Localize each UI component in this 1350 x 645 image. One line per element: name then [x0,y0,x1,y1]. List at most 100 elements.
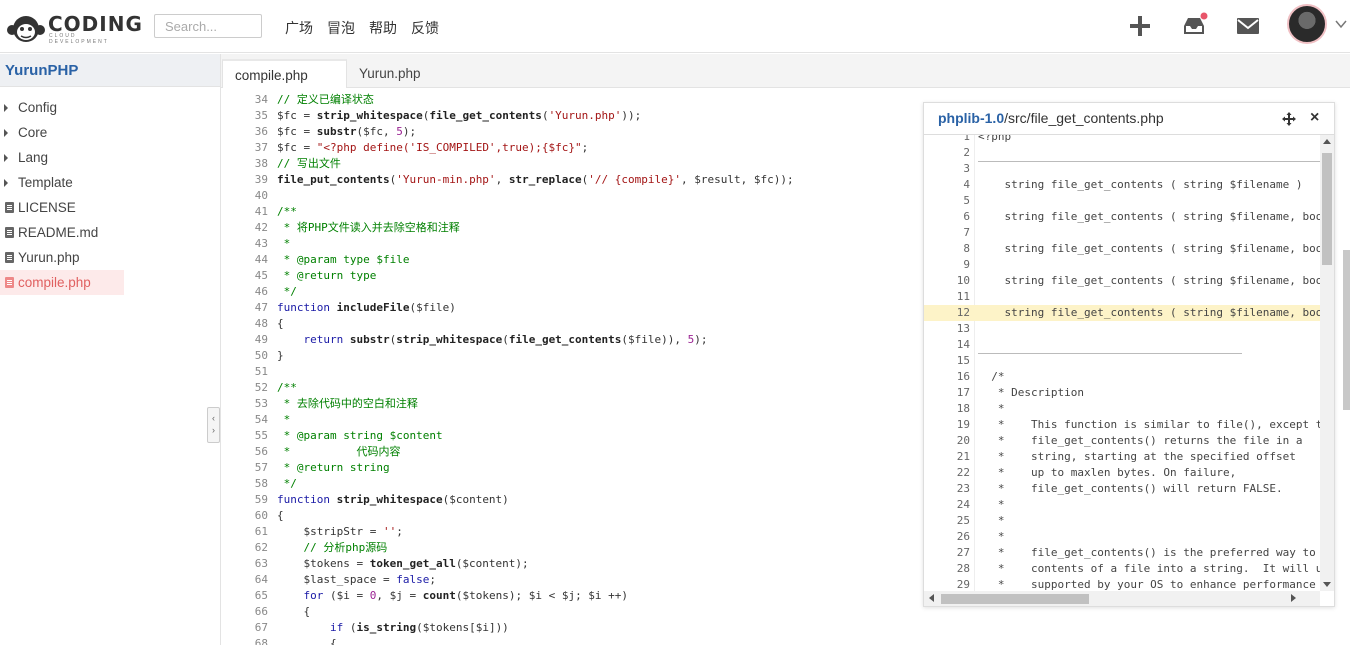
tab-compile-php[interactable]: compile.php [222,59,347,88]
code-token: * @param type $file [277,253,410,266]
page-scrollbar-thumb[interactable] [1343,250,1350,410]
line-number: 34 [254,93,268,106]
reference-line: 7 [924,225,1320,241]
code-token: ); [694,333,708,346]
line-number: 42 [254,221,268,234]
file-item[interactable]: README.md [0,220,220,245]
code-token: ($content); [455,557,529,570]
code-token: '' [382,525,397,538]
code-text: $fc = strip_whitespace (file_get_contents… [277,108,641,124]
code-token: ($tokens[$i])) [416,621,509,634]
reference-line: 15 [924,353,1320,369]
avatar[interactable] [1287,4,1327,44]
line-number: 16 [956,370,970,383]
code-text: * [277,412,291,428]
line-number: 28 [956,562,970,575]
line-number: 19 [956,418,970,431]
code-token: file_put_contents [277,173,390,186]
code-token: includeFile [336,301,410,314]
scroll-up-icon[interactable] [1323,139,1331,144]
line-number: 67 [254,621,268,634]
file-item[interactable]: LICENSE [0,195,220,220]
folder-item[interactable]: Core [0,120,220,145]
code-token: * 去除代码中的空白和注释 [277,397,418,410]
file-tree: Config Core Lang Template LICENSE README.md Yu… [0,87,220,295]
nav-item-square[interactable]: 广场 [285,18,313,38]
code-text: * [277,236,291,252]
reference-lib-name[interactable]: phplib-1.0 [938,110,1004,126]
tree-item-label: Template [18,175,73,190]
line-number: 3 [963,162,970,175]
reference-line: 8 string file_get_contents ( string $fil… [924,241,1320,257]
line-number: 23 [956,482,970,495]
inbox-icon[interactable] [1180,12,1208,40]
scrollbar-thumb[interactable] [1322,153,1332,265]
project-title[interactable]: YurunPHP [0,54,220,87]
code-token: // 分析php源码 [303,541,388,554]
tree-item-label: compile.php [18,275,91,290]
folder-item[interactable]: Lang [0,145,220,170]
file-item[interactable]: compile.php [0,270,124,295]
reference-text: * [978,530,1005,543]
folder-item[interactable]: Template [0,170,220,195]
file-item[interactable]: Yurun.php [0,245,220,270]
line-number: 6 [963,210,970,223]
nav-item-help[interactable]: 帮助 [369,18,397,38]
reference-text: * contents of a file into a string. It w… [978,562,1320,575]
code-text: /** [277,204,297,220]
sidebar-collapse-handle[interactable]: ‹ › [207,407,220,443]
folder-item[interactable]: Config [0,95,220,120]
search-input[interactable] [154,14,262,38]
reference-separator [978,161,1320,162]
vertical-scrollbar[interactable] [1320,135,1334,591]
code-text: * @param string $content [277,428,443,444]
line-number: 14 [956,338,970,351]
code-token: // 定义已编译状态 [277,93,374,106]
code-token: */ [277,285,297,298]
code-text: // 定义已编译状态 [277,92,374,108]
code-text: */ [277,284,297,300]
reference-text: * up to maxlen bytes. On failure, [978,466,1237,479]
tab-yurun-php[interactable]: Yurun.php [347,59,467,88]
code-token: ($i = [330,589,370,602]
code-token: // 写出文件 [277,157,341,170]
reference-text: /* [978,370,1005,383]
reference-text: string file_get_contents ( string $filen… [978,242,1320,255]
coding-logo[interactable]: CODING CLOUD DEVELOPMENT [6,10,142,45]
nav-item-bubble[interactable]: 冒泡 [327,18,355,38]
plus-icon[interactable] [1126,12,1154,40]
move-icon[interactable] [1281,111,1297,127]
line-number: 5 [963,194,970,207]
chevron-down-icon[interactable] [1334,18,1348,30]
scroll-down-icon[interactable] [1323,582,1331,587]
line-number: 20 [956,434,970,447]
line-number: 29 [956,578,970,591]
reference-text: * This function is similar to file(), ex… [978,418,1320,431]
code-text: */ [277,476,297,492]
tree-item-label: Core [18,125,48,140]
reference-text: string file_get_contents ( string $filen… [978,274,1320,287]
code-token: * 代码内容 [277,445,401,458]
scroll-left-icon[interactable] [929,594,934,602]
code-token: 5 [396,125,403,138]
code-token: { [277,637,337,645]
scroll-right-icon[interactable] [1291,594,1296,602]
scrollbar-thumb-horizontal[interactable] [941,594,1089,604]
reference-text: <?php [978,135,1012,143]
line-number: 26 [956,530,970,543]
horizontal-scrollbar[interactable] [924,591,1320,606]
nav-item-feedback[interactable]: 反馈 [411,18,439,38]
mail-icon[interactable] [1234,12,1262,40]
reference-code[interactable]: 1 <?php 2 3 4 string file_get_contents ( str… [924,135,1320,591]
code-token: $last_space = [277,573,397,586]
reference-line: 4 string file_get_contents ( string $fil… [924,177,1320,193]
chevron-right-icon: › [212,425,215,435]
close-icon[interactable]: × [1310,109,1319,127]
line-number: 65 [254,589,268,602]
line-number: 41 [254,205,268,218]
line-number: 10 [956,274,970,287]
code-token: $stripStr = [277,525,383,538]
line-number: 62 [254,541,268,554]
